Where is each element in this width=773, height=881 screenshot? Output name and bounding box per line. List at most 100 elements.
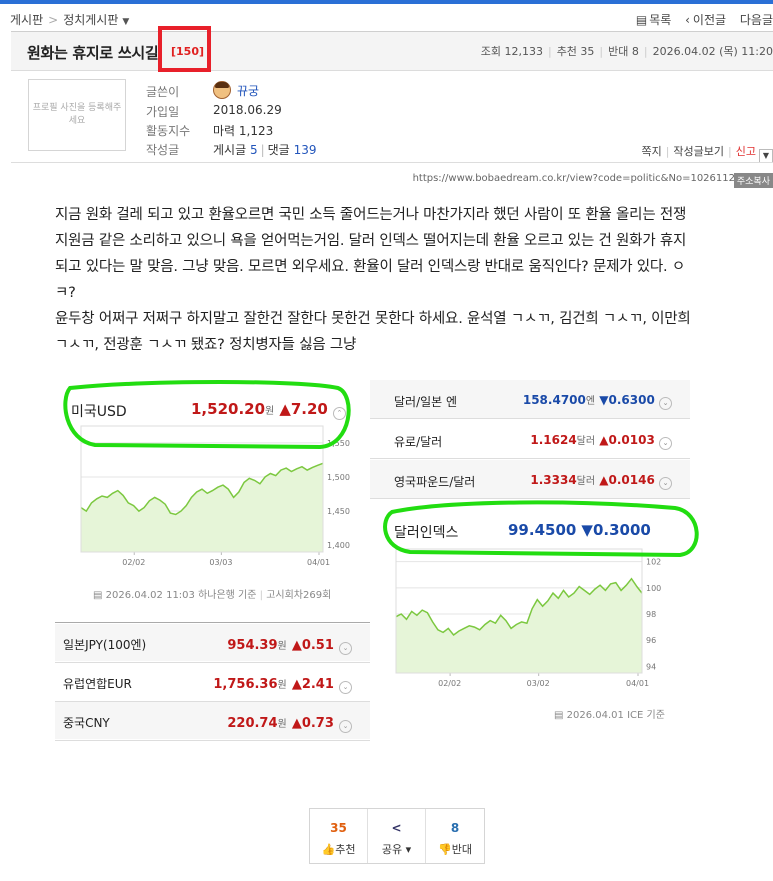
- rate-value: 1,756.36: [213, 677, 278, 692]
- author-actions: 쪽지 | 작성글보기 | 신고 ▼: [641, 143, 773, 163]
- rate-unit: 엔: [585, 396, 596, 407]
- rate-value: 954.39: [227, 638, 278, 653]
- body-line: 지원금 같은 소리하고 있으니 욕을 얻어먹는거임. 달러 인덱스 떨어지는데 …: [55, 233, 687, 249]
- rate-name: 중국CNY: [63, 716, 110, 730]
- rate-name: 유로/달러: [394, 435, 443, 449]
- y-tick-label: 98: [646, 610, 656, 619]
- x-tick-label: 03/03: [209, 558, 232, 567]
- usd-change: ▲7.20: [279, 400, 328, 418]
- caret-down-icon[interactable]: ▼: [122, 17, 129, 27]
- breadcrumb-board[interactable]: 게시판: [10, 13, 43, 27]
- oppose-label: 반대: [451, 843, 472, 856]
- rate-unit: 달러: [576, 476, 596, 487]
- oppose-button[interactable]: 8 👎반대: [426, 809, 484, 863]
- list-icon: ▤: [635, 13, 648, 27]
- recommend-button[interactable]: 35 👍추천: [310, 809, 368, 863]
- rate-change: ▲2.41: [291, 677, 334, 692]
- rate-row[interactable]: 일본JPY(100엔) 954.39원 ▲0.51 ⌄: [55, 624, 370, 661]
- breadcrumb: 게시판 > 정치게시판 ▼: [10, 13, 130, 27]
- dxy-value-row: 99.4500 ▼0.3000: [508, 520, 651, 539]
- cross-rate-row[interactable]: 유로/달러 1.1624달러 ▲0.0103 ⌄: [370, 420, 690, 459]
- rate-value: 1.3334: [530, 473, 577, 487]
- x-tick-label: 03/02: [527, 679, 550, 688]
- body-line: ㄱㅅㄲ, 전광훈 ㄱㅅㄲ 됐죠? 정치병자들 싫음 그냥: [55, 337, 357, 353]
- author-label: 글쓴이: [146, 85, 180, 99]
- prev-icon: ‹: [685, 13, 690, 27]
- join-date: 2018.06.29: [213, 103, 282, 117]
- share-button[interactable]: < 공유 ▾: [368, 809, 426, 863]
- usd-chart: 1,400 1,450 1,500 1,550 02/02 03/03 04/01: [80, 425, 350, 567]
- rate-name: 일본JPY(100엔): [63, 638, 147, 652]
- cross-rate-row[interactable]: 영국파운드/달러 1.3334달러 ▲0.0146 ⌄: [370, 460, 690, 499]
- expand-icon[interactable]: ⌄: [339, 681, 352, 694]
- oppose-number: 8: [450, 821, 460, 835]
- y-tick-label: 94: [646, 662, 656, 671]
- usd-value-row: 1,520.20원 ▲7.20 ⌃: [191, 399, 346, 420]
- top-accent-bar: [0, 0, 773, 4]
- rate-value-row: 1.3334달러 ▲0.0146 ⌄: [530, 472, 672, 490]
- rate-value-row: 954.39원 ▲0.51 ⌄: [227, 634, 352, 655]
- rate-change: ▲0.0103: [599, 433, 655, 447]
- joined-label: 가입일: [146, 105, 180, 119]
- author-name[interactable]: 뀨궁: [237, 84, 259, 98]
- post-datetime: 2026.04.02 (목) 11:20: [652, 45, 773, 58]
- dxy-label: 달러인덱스: [394, 525, 459, 541]
- post-body: 지금 원화 걸레 되고 있고 환율오르면 국민 소득 줄어드는거나 마찬가지라 …: [55, 202, 755, 358]
- user-avatar-icon: [213, 81, 231, 99]
- expand-icon[interactable]: ⌄: [659, 477, 672, 490]
- breadcrumb-sub[interactable]: 정치게시판: [63, 13, 118, 27]
- author-name-row[interactable]: 뀨궁: [213, 81, 259, 99]
- posts-count[interactable]: 5: [250, 143, 258, 157]
- expand-icon[interactable]: ⌄: [659, 397, 672, 410]
- dxy-footer: ▤ 2026.04.01 ICE 기준: [554, 710, 665, 721]
- post-title: 원화는 휴지로 쓰시길: [27, 44, 159, 62]
- expand-icon[interactable]: ⌄: [339, 642, 352, 655]
- post-url: https://www.bobaedream.co.kr/view?code=p…: [412, 173, 735, 184]
- rate-name: 유럽연합EUR: [63, 677, 132, 691]
- top-nav: ▤ 목록 ‹ 이전글 다음글: [630, 11, 773, 28]
- usd-value: 1,520.20: [191, 400, 266, 418]
- next-link[interactable]: 다음글: [740, 13, 773, 27]
- list-link[interactable]: 목록: [649, 13, 671, 27]
- message-link[interactable]: 쪽지: [641, 145, 661, 158]
- posts-label: 작성글: [146, 143, 180, 157]
- rate-row[interactable]: 유럽연합EUR 1,756.36원 ▲2.41 ⌄: [55, 663, 370, 700]
- prev-link[interactable]: 이전글: [693, 13, 726, 27]
- copy-url-button[interactable]: 주소복사: [733, 173, 773, 188]
- vote-box: 35 👍추천 < 공유 ▾ 8 👎반대: [309, 808, 485, 864]
- x-tick-label: 02/02: [438, 679, 461, 688]
- rate-unit: 원: [277, 680, 287, 691]
- body-line: 지금 원화 걸레 되고 있고 환율오르면 국민 소득 줄어드는거나 마찬가지라 …: [55, 207, 687, 223]
- recommend-number: 35: [330, 821, 347, 835]
- divider: [11, 162, 773, 163]
- rate-change: ▲0.0146: [599, 473, 655, 487]
- report-icon: ▤: [554, 710, 564, 721]
- activity-label: 활동지수: [146, 124, 191, 138]
- oppose-count: 반대 8: [608, 45, 639, 58]
- rate-value-row: 1,756.36원 ▲2.41 ⌄: [213, 673, 352, 694]
- usd-footer: ▤ 2026.04.02 11:03 하나은행 기준 | 고시회차269회: [93, 590, 332, 601]
- expand-icon[interactable]: ⌄: [339, 720, 352, 733]
- rate-value: 158.4700: [522, 393, 586, 407]
- posts-label-text: 게시글: [213, 143, 247, 157]
- expand-icon[interactable]: ⌄: [659, 437, 672, 450]
- report-link[interactable]: 신고: [736, 145, 756, 158]
- rate-value-row: 1.1624달러 ▲0.0103 ⌄: [530, 432, 672, 450]
- rate-unit: 원: [277, 641, 287, 652]
- share-label: 공유: [381, 843, 403, 856]
- body-line: ㅋ?: [55, 285, 76, 301]
- expand-icon[interactable]: ⌃: [332, 407, 346, 420]
- rate-unit: 원: [277, 719, 287, 730]
- rate-value: 220.74: [227, 716, 278, 731]
- comments-count[interactable]: 139: [294, 143, 317, 157]
- rate-change: ▼0.6300: [599, 393, 655, 407]
- rate-row[interactable]: 중국CNY 220.74원 ▲0.73 ⌄: [55, 702, 370, 739]
- view-posts-link[interactable]: 작성글보기: [673, 145, 724, 158]
- thumbs-up-icon: 👍: [321, 843, 336, 856]
- y-tick-label: 102: [646, 558, 661, 567]
- cross-rate-row[interactable]: 달러/일본 엔 158.4700엔 ▼0.6300 ⌄: [370, 380, 690, 419]
- dxy-change: ▼0.3000: [581, 521, 651, 539]
- dropdown-icon[interactable]: ▼: [759, 149, 773, 163]
- comments-label-text: 댓글: [267, 143, 290, 157]
- rate-change: ▲0.51: [291, 638, 334, 653]
